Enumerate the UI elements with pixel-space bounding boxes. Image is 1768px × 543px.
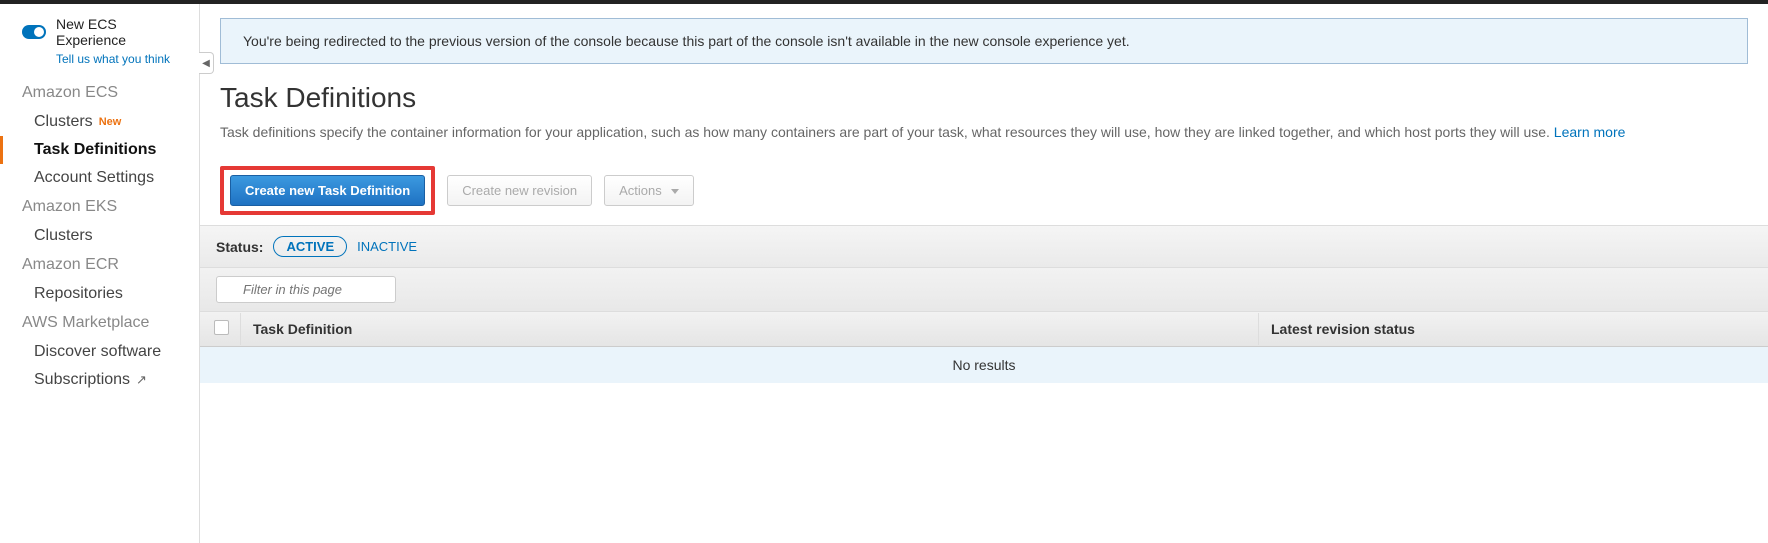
new-experience-toggle-row: New ECS Experience bbox=[0, 16, 199, 52]
main-content: You're being redirected to the previous … bbox=[200, 4, 1768, 543]
page-title: Task Definitions bbox=[220, 82, 1768, 114]
sidebar-item-label: Repositories bbox=[34, 285, 123, 303]
sidebar-item-label: Clusters bbox=[34, 227, 93, 245]
status-bar: Status: ACTIVE INACTIVE bbox=[200, 225, 1768, 268]
column-task-definition[interactable]: Task Definition bbox=[240, 313, 1258, 345]
sidebar-item-clusters-ecs[interactable]: Clusters New bbox=[0, 108, 199, 136]
sidebar-item-label: Clusters bbox=[34, 113, 93, 131]
sidebar-item-label: Task Definitions bbox=[34, 141, 156, 159]
column-latest-revision-status[interactable]: Latest revision status bbox=[1258, 313, 1768, 345]
status-filter-inactive[interactable]: INACTIVE bbox=[357, 239, 417, 254]
page-description: Task definitions specify the container i… bbox=[220, 124, 1768, 140]
external-link-icon: ↗ bbox=[136, 372, 147, 388]
actions-dropdown-button[interactable]: Actions bbox=[604, 175, 694, 206]
sidebar: New ECS Experience Tell us what you thin… bbox=[0, 4, 200, 543]
sidebar-item-label: Subscriptions bbox=[34, 371, 130, 389]
select-all-cell bbox=[200, 312, 240, 346]
redirect-banner: You're being redirected to the previous … bbox=[220, 18, 1748, 64]
sidebar-item-clusters-eks[interactable]: Clusters bbox=[0, 222, 199, 250]
nav-group-eks: Amazon EKS bbox=[0, 192, 199, 222]
learn-more-link[interactable]: Learn more bbox=[1554, 124, 1626, 140]
no-results-row: No results bbox=[200, 347, 1768, 383]
filter-input[interactable] bbox=[216, 276, 396, 303]
new-experience-toggle[interactable] bbox=[22, 25, 46, 39]
nav-group-ecr: Amazon ECR bbox=[0, 250, 199, 280]
filter-bar bbox=[200, 268, 1768, 312]
new-badge: New bbox=[99, 116, 122, 128]
action-row: Create new Task Definition Create new re… bbox=[220, 166, 1768, 225]
status-label: Status: bbox=[216, 239, 263, 255]
chevron-down-icon bbox=[671, 189, 679, 194]
sidebar-item-task-definitions[interactable]: Task Definitions bbox=[0, 136, 199, 164]
sidebar-item-repositories[interactable]: Repositories bbox=[0, 280, 199, 308]
sidebar-item-account-settings[interactable]: Account Settings bbox=[0, 164, 199, 192]
table-header: Task Definition Latest revision status bbox=[200, 312, 1768, 347]
sidebar-item-subscriptions[interactable]: Subscriptions ↗ bbox=[0, 366, 199, 394]
nav-group-ecs: Amazon ECS bbox=[0, 78, 199, 108]
sidebar-item-label: Account Settings bbox=[34, 169, 154, 187]
sidebar-item-label: Discover software bbox=[34, 343, 161, 361]
filter-icon bbox=[216, 276, 396, 303]
actions-dropdown-label: Actions bbox=[619, 183, 662, 198]
create-task-definition-button[interactable]: Create new Task Definition bbox=[230, 175, 425, 206]
highlight-annotation: Create new Task Definition bbox=[220, 166, 435, 215]
select-all-checkbox[interactable] bbox=[214, 320, 229, 335]
page-description-text: Task definitions specify the container i… bbox=[220, 124, 1550, 140]
create-revision-button[interactable]: Create new revision bbox=[447, 175, 592, 206]
new-experience-label: New ECS Experience bbox=[56, 16, 189, 48]
feedback-link[interactable]: Tell us what you think bbox=[0, 52, 199, 66]
sidebar-item-discover-software[interactable]: Discover software bbox=[0, 338, 199, 366]
status-filter-active[interactable]: ACTIVE bbox=[273, 236, 347, 257]
nav-group-marketplace: AWS Marketplace bbox=[0, 308, 199, 338]
sidebar-collapse-button[interactable]: ◀ bbox=[199, 52, 214, 74]
